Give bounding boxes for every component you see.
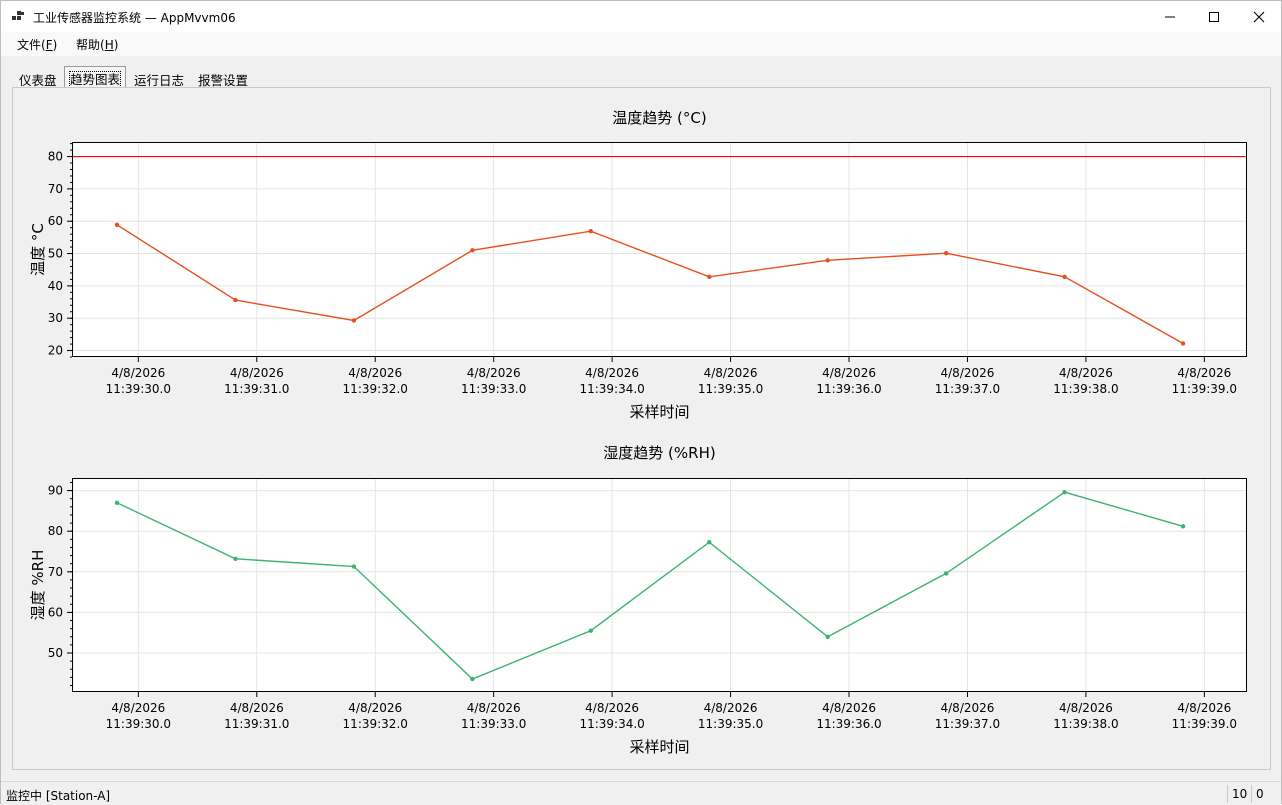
tab-trend-chart[interactable]: 趋势图表 — [64, 66, 127, 88]
menu-help-accelerator: H — [104, 38, 114, 52]
trend-chart-panel — [12, 87, 1271, 770]
menu-help-label: 帮助 — [76, 38, 101, 52]
minimize-button[interactable] — [1147, 1, 1193, 32]
app-icon — [12, 11, 24, 20]
status-text: 监控中 [Station-A] — [6, 789, 111, 803]
tab-run-log[interactable]: 运行日志 — [128, 67, 191, 88]
menu-help[interactable]: 帮助(H) — [74, 36, 120, 53]
maximize-icon — [1209, 11, 1219, 22]
tab-dashboard[interactable]: 仪表盘 — [13, 67, 63, 88]
menu-file-accelerator: F — [45, 38, 53, 52]
close-button[interactable] — [1236, 1, 1282, 32]
status-bar: 监控中 [Station-A] 10 0 — [1, 781, 1281, 804]
app-window: 工业传感器监控系统 — AppMvvm06 文件(F) 帮助(H) 仪表盘 趋势… — [0, 0, 1282, 804]
maximize-button[interactable] — [1191, 1, 1237, 32]
close-icon — [1253, 11, 1265, 22]
tab-alarm-settings[interactable]: 报警设置 — [192, 67, 255, 88]
window-title: 工业传感器监控系统 — AppMvvm06 — [33, 11, 236, 25]
minimize-icon — [1165, 16, 1175, 17]
tab-trend-chart-label: 趋势图表 — [68, 71, 122, 88]
menu-file-label: 文件 — [17, 38, 42, 52]
status-alarm-count: 0 — [1251, 785, 1268, 803]
title-bar[interactable]: 工业传感器监控系统 — AppMvvm06 — [1, 1, 1281, 32]
menu-file[interactable]: 文件(F) — [15, 36, 59, 53]
status-sample-count: 10 — [1227, 785, 1251, 803]
menu-bar: 文件(F) 帮助(H) — [1, 32, 1281, 56]
tab-alarm-settings-label: 报警设置 — [198, 73, 249, 88]
tab-run-log-label: 运行日志 — [134, 73, 185, 88]
tab-dashboard-label: 仪表盘 — [19, 73, 57, 88]
